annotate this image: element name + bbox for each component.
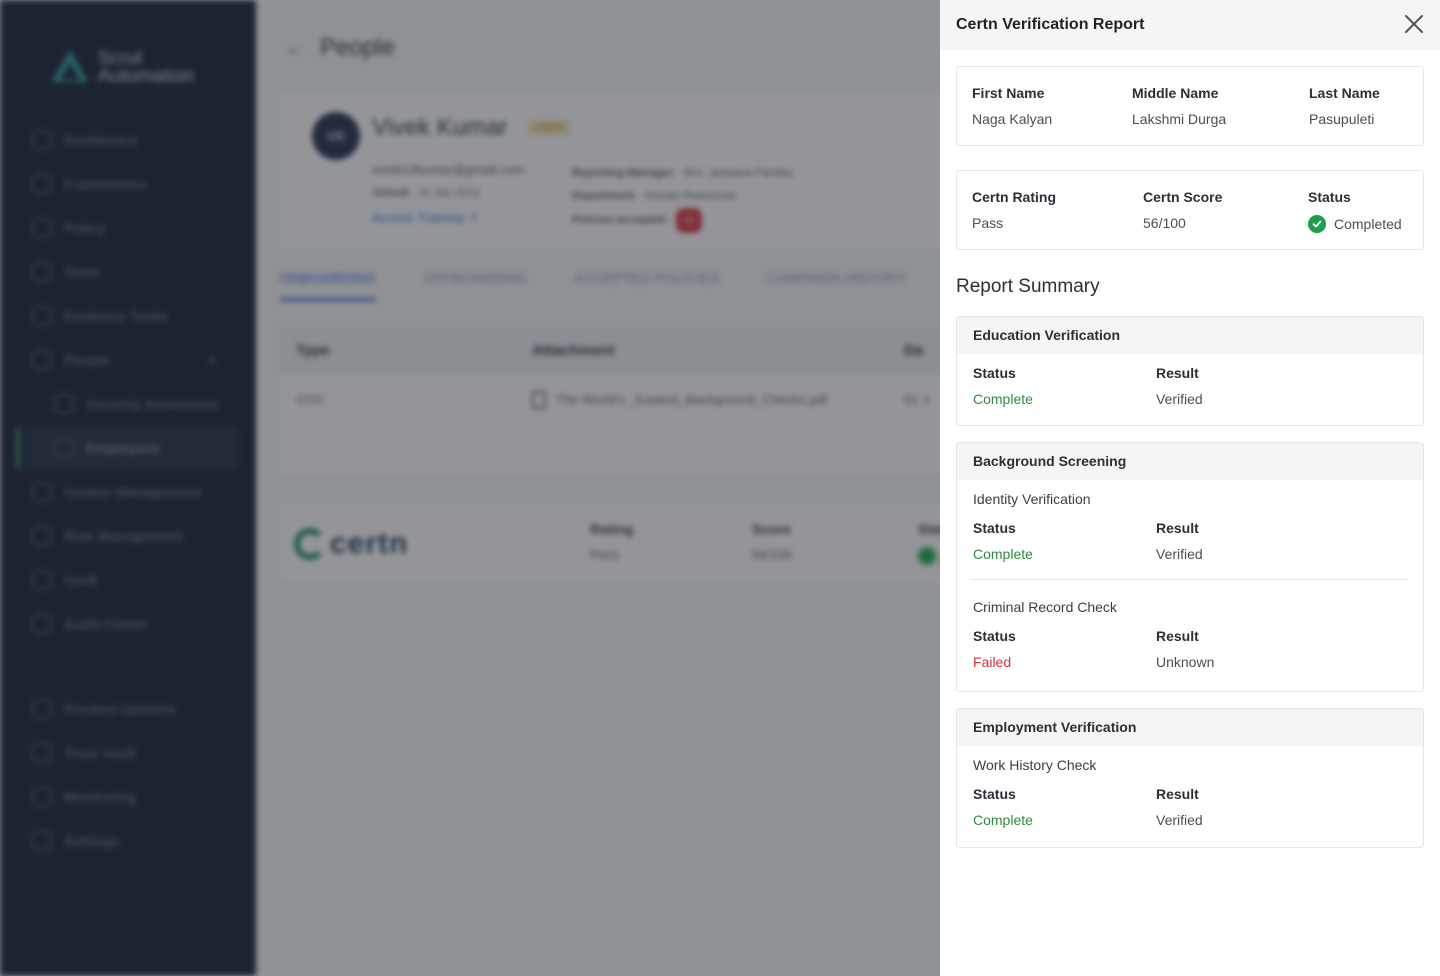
result-value: Verified xyxy=(1156,546,1203,562)
divider xyxy=(972,579,1408,580)
certn-report-drawer: Certn Verification Report First Name Nag… xyxy=(940,0,1440,976)
report-summary-heading: Report Summary xyxy=(956,276,1100,297)
result-value: Verified xyxy=(1156,391,1203,407)
middle-name-field: Middle Name Lakshmi Durga xyxy=(1132,85,1227,127)
certn-rating-field: Certn Rating Pass xyxy=(972,189,1056,231)
identity-verification-title: Identity Verification xyxy=(973,491,1091,507)
education-status-result: Status Complete Result Verified xyxy=(957,365,1423,407)
section-title: Education Verification xyxy=(957,317,1423,354)
status-value: Complete xyxy=(973,391,1033,407)
drawer-header: Certn Verification Report xyxy=(940,0,1440,50)
education-verification-section: Education Verification Status Complete R… xyxy=(956,316,1424,426)
result-value: Unknown xyxy=(1156,654,1215,670)
last-name-field: Last Name Pasupuleti xyxy=(1309,85,1380,127)
check-circle-icon xyxy=(1308,215,1326,233)
section-title: Background Screening xyxy=(957,443,1423,480)
employment-verification-section: Employment Verification Work History Che… xyxy=(956,708,1424,848)
section-title: Employment Verification xyxy=(957,709,1423,746)
certn-rating-card: Certn Rating Pass Certn Score 56/100 Sta… xyxy=(956,170,1424,250)
criminal-record-check-title: Criminal Record Check xyxy=(973,599,1117,615)
close-button[interactable] xyxy=(1402,12,1426,36)
result-value: Verified xyxy=(1156,812,1203,828)
drawer-title: Certn Verification Report xyxy=(956,16,1145,33)
criminal-status-result: Status Failed Result Unknown xyxy=(957,628,1423,670)
status-value: Completed xyxy=(1334,216,1402,232)
status-field: Status Completed xyxy=(1308,189,1402,233)
status-value: Complete xyxy=(973,546,1033,562)
candidate-name-card: First Name Naga Kalyan Middle Name Laksh… xyxy=(956,66,1424,146)
close-icon xyxy=(1405,15,1423,33)
first-name-field: First Name Naga Kalyan xyxy=(972,85,1053,127)
certn-score-field: Certn Score 56/100 xyxy=(1143,189,1223,231)
status-value: Failed xyxy=(973,654,1012,670)
identity-status-result: Status Complete Result Verified xyxy=(957,520,1423,562)
modal-backdrop[interactable] xyxy=(0,0,940,976)
status-value: Complete xyxy=(973,812,1033,828)
work-status-result: Status Complete Result Verified xyxy=(957,786,1423,828)
background-screening-section: Background Screening Identity Verificati… xyxy=(956,442,1424,692)
work-history-check-title: Work History Check xyxy=(973,757,1097,773)
